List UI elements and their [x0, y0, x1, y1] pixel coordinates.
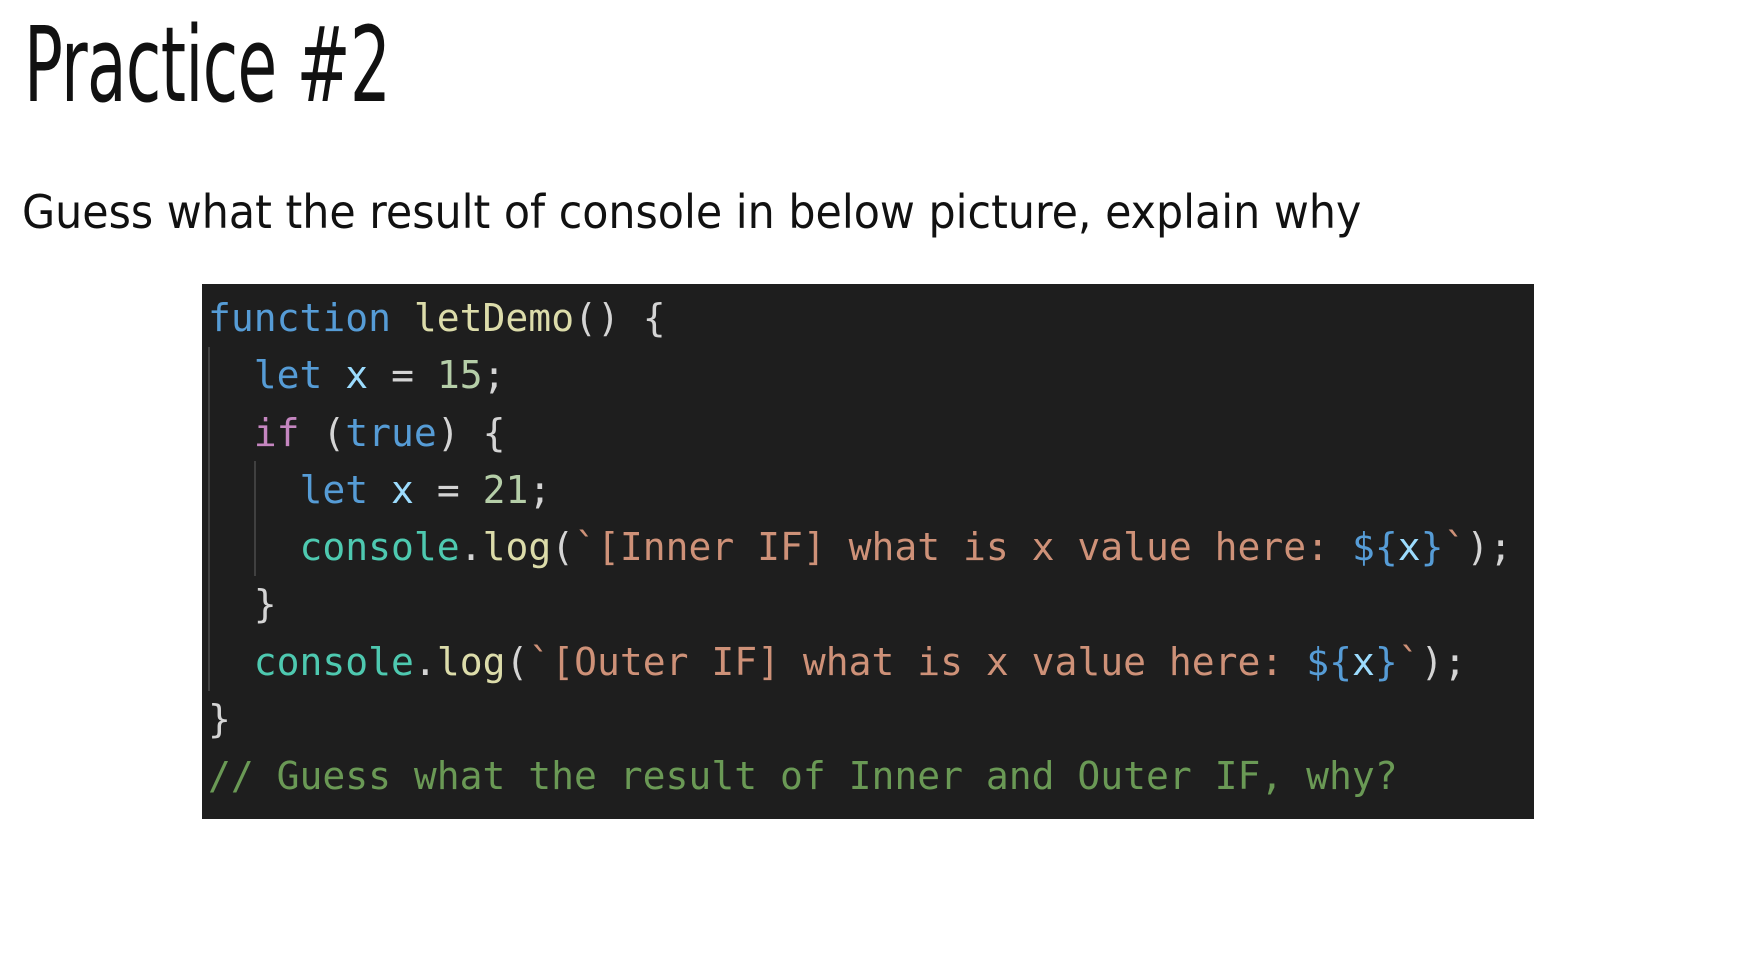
variable-x: x — [1397, 525, 1421, 570]
variable-x: x — [1351, 639, 1375, 684]
closing-brace: } — [253, 582, 277, 627]
log-method: log — [436, 639, 506, 684]
keyword-let: let — [299, 467, 369, 512]
template-string: `[Outer IF] what is x value here: — [528, 639, 1307, 684]
number-literal: 21 — [482, 467, 529, 512]
code-line-4: let x = 21; — [299, 467, 552, 512]
keyword-true: true — [345, 410, 437, 455]
variable-x: x — [391, 467, 414, 512]
keyword-if: if — [253, 410, 300, 455]
code-line-3: if (true) { — [253, 410, 506, 455]
code-block: function letDemo() { let x = 15; if (tru… — [202, 284, 1534, 819]
code-line-7: console.log(`[Outer IF] what is x value … — [253, 639, 1467, 684]
code-line-6: } — [202, 576, 1534, 633]
keyword-function: function — [208, 296, 392, 340]
code-line-8: } — [202, 691, 1534, 748]
closing-brace: } — [208, 697, 231, 742]
code-line-1: function letDemo() { — [208, 296, 666, 340]
variable-x: x — [345, 353, 369, 398]
keyword-let: let — [253, 353, 323, 398]
prompt-text: Guess what the result of console in belo… — [22, 185, 1362, 239]
code-comment: // Guess what the result of Inner and Ou… — [208, 754, 1398, 799]
code-line-5: console.log(`[Inner IF] what is x value … — [299, 525, 1513, 570]
slide-title: Practice #2 — [24, 4, 391, 126]
function-name: letDemo — [413, 296, 575, 340]
code-line-9: // Guess what the result of Inner and Ou… — [202, 748, 1534, 805]
console-object: console — [299, 525, 460, 570]
log-method: log — [482, 525, 552, 570]
code-line-2: let x = 15; — [253, 353, 506, 398]
console-object: console — [253, 639, 414, 684]
number-literal: 15 — [436, 353, 483, 398]
template-string: `[Inner IF] what is x value here: — [574, 525, 1352, 570]
